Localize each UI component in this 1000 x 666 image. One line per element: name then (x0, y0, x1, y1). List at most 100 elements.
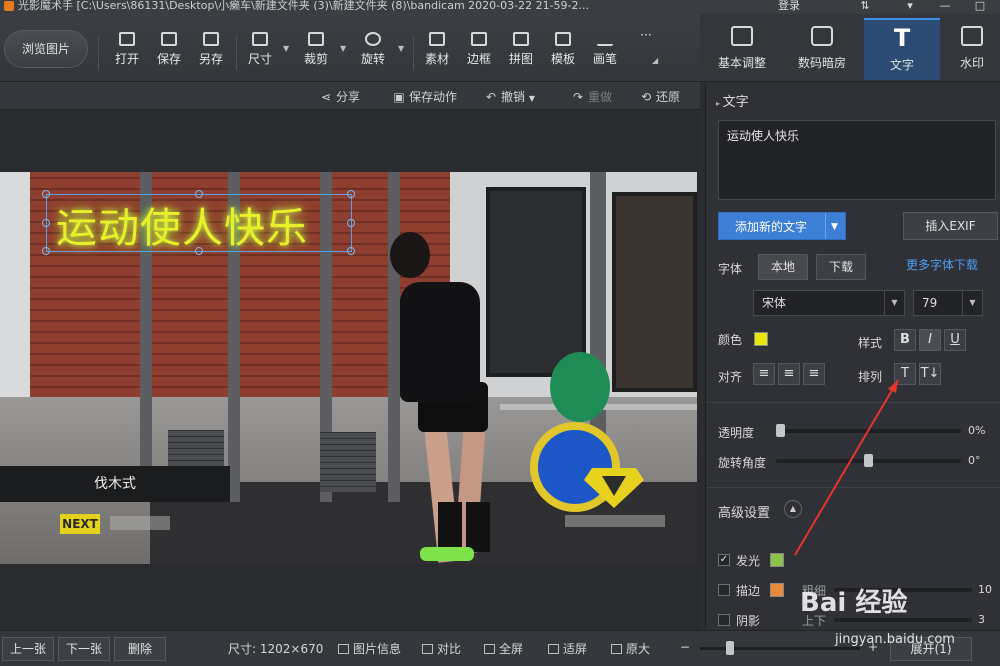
align-label: 对齐 (718, 370, 743, 384)
image-info-button[interactable]: 图片信息 (338, 640, 401, 657)
italic-button[interactable]: I (919, 329, 941, 351)
fullscreen-button[interactable]: 全屏 (484, 640, 523, 657)
rotate-button[interactable]: 旋转 (355, 30, 391, 76)
glow-checkbox[interactable]: ✓ (718, 554, 730, 566)
zoom-out-icon[interactable]: − (680, 640, 690, 654)
title-bar: 光影魔术手 [C:\Users\86131\Desktop\小癞车\新建文件夹 … (0, 0, 1000, 14)
expand-tools-icon[interactable]: ◢ (652, 56, 658, 65)
font-size-select[interactable]: 79 ▼ (913, 290, 983, 316)
resize-dropdown-icon[interactable]: ▼ (283, 44, 289, 53)
resize-handle[interactable] (347, 219, 355, 227)
glow-color-swatch[interactable] (770, 553, 784, 567)
advanced-settings-title: 高级设置 (718, 506, 771, 521)
save-action-icon: ▣ (393, 90, 405, 104)
brush-button[interactable]: 画笔 (587, 30, 623, 76)
tab-watermark[interactable]: 水印 (944, 18, 1000, 80)
info-icon (338, 644, 349, 654)
rotate-dropdown-icon[interactable]: ▼ (398, 44, 404, 53)
more-tools-button[interactable]: ··· (628, 28, 664, 74)
fit-screen-icon (548, 644, 559, 654)
rotation-slider-thumb[interactable] (864, 454, 873, 467)
resize-handle[interactable] (347, 247, 355, 255)
maximize-icon[interactable]: □ (965, 0, 995, 14)
open-button[interactable]: 打开 (109, 30, 145, 76)
redo-button[interactable]: ↷ 重做 (572, 88, 612, 105)
tab-basic-adjust[interactable]: 基本调整 (704, 18, 780, 80)
crop-dropdown-icon[interactable]: ▼ (340, 44, 346, 53)
chevron-down-icon: ▼ (884, 291, 904, 315)
chevron-up-icon[interactable]: ▲ (784, 500, 802, 518)
undo-button[interactable]: ↶ 撤销 ▼ (485, 88, 535, 105)
text-icon: T (893, 24, 911, 52)
resize-button[interactable]: 尺寸 (242, 30, 278, 76)
compare-button[interactable]: 对比 (422, 640, 461, 657)
more-fonts-link[interactable]: 更多字体下载 (906, 256, 978, 273)
collage-button[interactable]: 拼图 (503, 30, 539, 76)
align-center-icon[interactable]: ≡ (778, 363, 800, 385)
material-button[interactable]: 素材 (419, 30, 455, 76)
add-text-button[interactable]: 添加新的文字 ▼ (718, 212, 846, 240)
rotation-label: 旋转角度 (718, 456, 767, 470)
grid-icon (513, 32, 529, 46)
font-download-tab[interactable]: 下载 (816, 254, 866, 280)
insert-exif-button[interactable]: 插入EXIF (903, 212, 998, 240)
adjust-icon (731, 26, 753, 46)
save-button[interactable]: 保存 (151, 30, 187, 76)
resize-icon (252, 32, 268, 46)
resize-handle[interactable] (42, 190, 50, 198)
brush-icon (597, 32, 613, 46)
tab-text[interactable]: T 文字 (864, 18, 940, 80)
resize-handle[interactable] (42, 219, 50, 227)
undo-icon: ↶ (485, 90, 497, 104)
text-section-title: ▸ 文字 (716, 95, 749, 110)
stroke-color-swatch[interactable] (770, 583, 784, 597)
text-color-swatch[interactable] (754, 332, 768, 346)
delete-image-button[interactable]: 删除 (114, 637, 166, 661)
template-button[interactable]: 模板 (545, 30, 581, 76)
save-action-button[interactable]: ▣ 保存动作 (393, 88, 457, 105)
restore-button[interactable]: ⟲ 还原 (640, 88, 680, 105)
tab-digital-darkroom[interactable]: 数码暗房 (784, 18, 860, 80)
font-local-tab[interactable]: 本地 (758, 254, 808, 280)
next-image-button[interactable]: 下一张 (58, 637, 110, 661)
vertical-text-icon[interactable]: T↓ (919, 363, 941, 385)
border-button[interactable]: 边框 (461, 30, 497, 76)
underline-button[interactable]: U (944, 329, 966, 351)
image-canvas[interactable]: 运动使人快乐 伐木式 NEXT (0, 110, 700, 630)
fullscreen-icon (484, 644, 495, 654)
template-icon (555, 32, 571, 46)
align-right-icon[interactable]: ≡ (803, 363, 825, 385)
minimize-icon[interactable]: — (930, 0, 960, 14)
shadow-checkbox[interactable] (718, 614, 730, 626)
horizontal-text-icon[interactable]: T (894, 363, 916, 385)
browse-images-button[interactable]: 浏览图片 (4, 30, 88, 68)
share-button[interactable]: ⋖ 分享 (320, 88, 360, 105)
save-as-button[interactable]: 另存 (193, 30, 229, 76)
opacity-slider-thumb[interactable] (776, 424, 785, 437)
opacity-value: 0% (968, 424, 986, 437)
crop-button[interactable]: 裁剪 (298, 30, 334, 76)
font-family-select[interactable]: 宋体 ▼ (753, 290, 905, 316)
zoom-slider[interactable] (700, 647, 860, 650)
align-left-icon[interactable]: ≡ (753, 363, 775, 385)
main-toolbar: 浏览图片 打开 保存 另存 尺寸 ▼ 裁剪 ▼ 旋转 ▼ 素材 边框 拼图 模板… (0, 14, 700, 82)
add-text-dropdown-icon[interactable]: ▼ (831, 213, 838, 241)
resize-handle[interactable] (347, 190, 355, 198)
previous-image-button[interactable]: 上一张 (2, 637, 54, 661)
menu-dropdown-icon[interactable]: ▾ (895, 0, 925, 14)
zoom-slider-thumb[interactable] (726, 641, 734, 655)
stroke-label: 描边 (736, 584, 761, 598)
stroke-checkbox[interactable] (718, 584, 730, 596)
fit-screen-button[interactable]: 适屏 (548, 640, 587, 657)
opacity-slider[interactable] (776, 429, 961, 433)
exercise-title-bar: 伐木式 (0, 466, 230, 502)
caption-text[interactable]: 运动使人快乐 (56, 194, 308, 254)
bold-button[interactable]: B (894, 329, 916, 351)
original-size-button[interactable]: 原大 (611, 640, 650, 657)
login-link[interactable]: 登录 (778, 0, 800, 12)
toolbar-divider (236, 36, 237, 70)
resize-handle[interactable] (42, 247, 50, 255)
text-content-field[interactable]: 运动使人快乐 (718, 120, 996, 200)
undo-dropdown-icon[interactable]: ▼ (529, 94, 535, 103)
skin-icon[interactable]: ⇅ (850, 0, 880, 14)
